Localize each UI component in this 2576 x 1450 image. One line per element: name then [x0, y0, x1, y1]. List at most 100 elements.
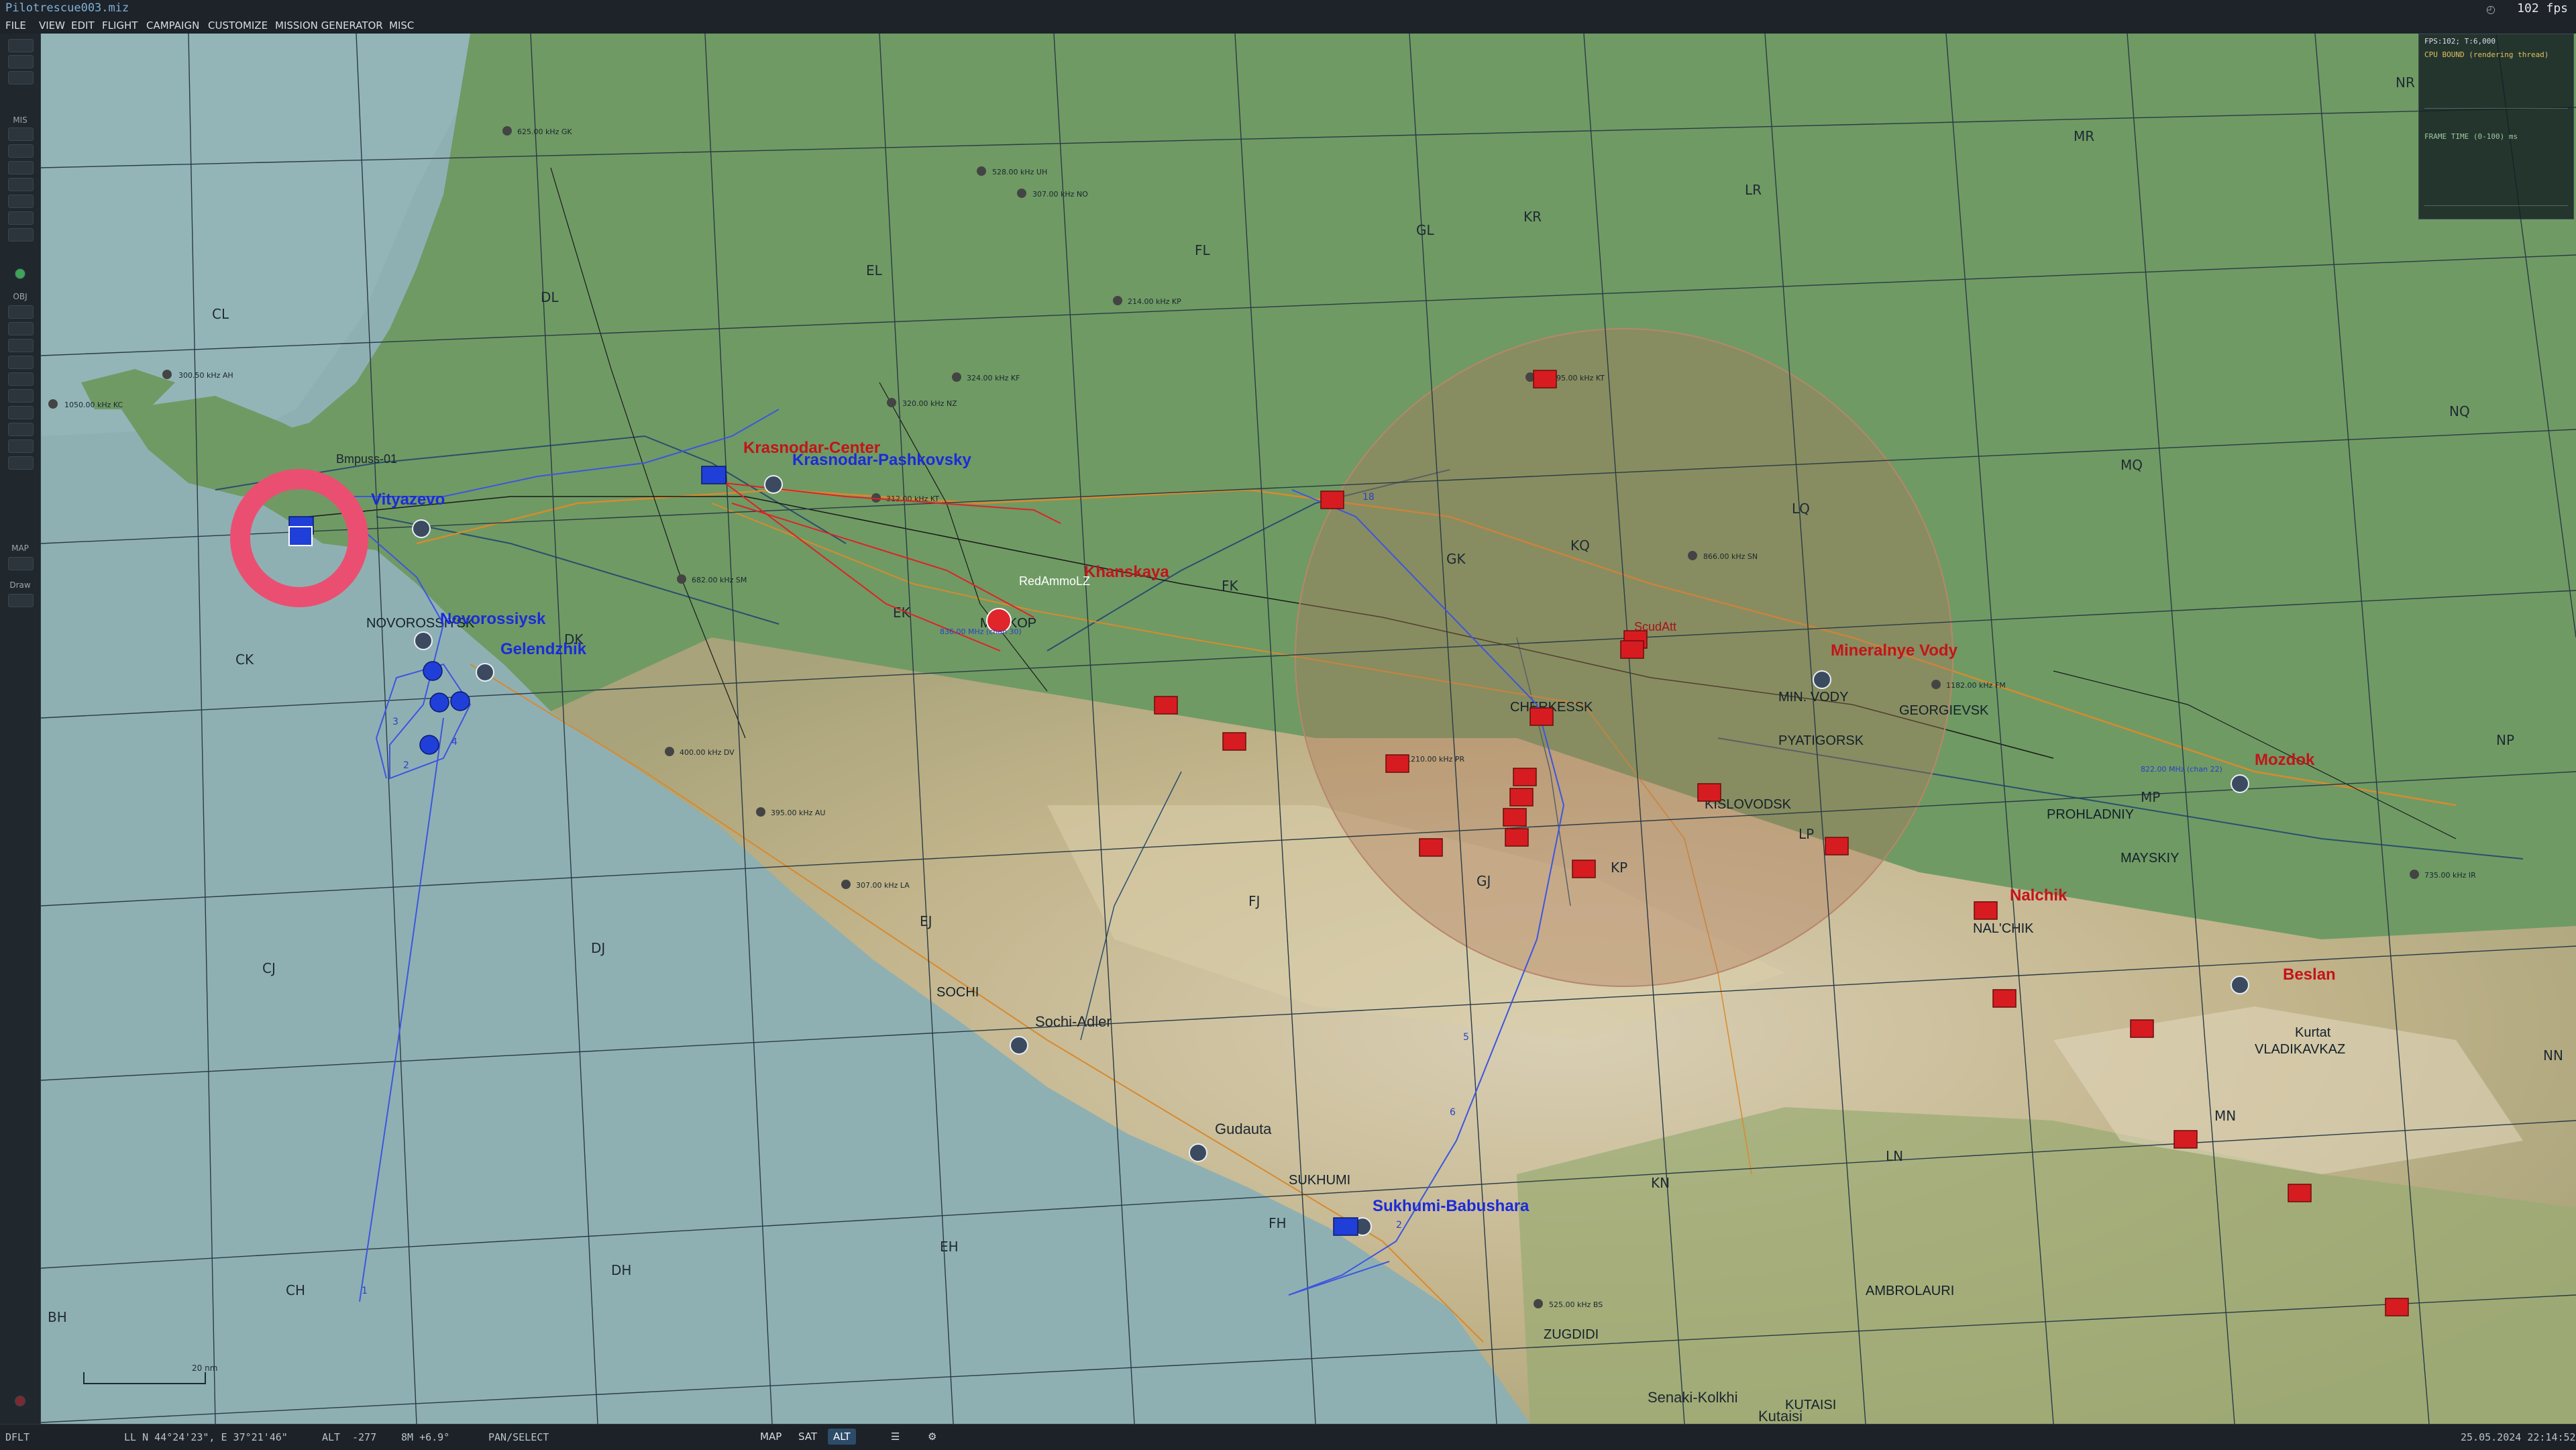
ndb-beacon-icon[interactable] — [502, 126, 512, 136]
unit-marker-label[interactable]: Bmpuss-01 — [336, 452, 397, 466]
add-static-button[interactable] — [8, 372, 34, 386]
airbase-label[interactable]: Gelendzhik — [500, 640, 587, 658]
red-unit[interactable] — [2385, 1298, 2409, 1316]
airbase-label[interactable]: Beslan — [2283, 966, 2336, 984]
airbase-label[interactable]: Mozdok — [2255, 751, 2315, 769]
airbase-label[interactable]: Senaki-Kolkhi — [1648, 1389, 1738, 1406]
red-unit[interactable] — [1620, 640, 1644, 659]
blue-unit[interactable] — [1333, 1217, 1358, 1236]
open-file-button[interactable] — [8, 39, 34, 52]
red-unit[interactable] — [2174, 1130, 2198, 1149]
red-unit[interactable] — [2130, 1019, 2154, 1038]
selected-unit[interactable] — [288, 526, 313, 546]
ndb-beacon-icon[interactable] — [887, 398, 896, 407]
altitude-view-button[interactable]: ALT — [828, 1429, 856, 1445]
add-zone-button[interactable] — [8, 406, 34, 419]
red-unit[interactable] — [1154, 696, 1178, 715]
airbase-icon[interactable] — [1010, 1036, 1028, 1055]
ndb-beacon-icon[interactable] — [162, 370, 172, 379]
unit-marker-label[interactable]: RedAmmoLZ — [1019, 574, 1090, 588]
ndb-beacon-icon[interactable] — [677, 574, 686, 584]
airbase-label[interactable]: Sukhumi-Babushara — [1373, 1197, 1529, 1215]
options-button[interactable] — [8, 211, 34, 225]
menu-customize[interactable]: CUSTOMIZE — [208, 19, 268, 32]
blue-unit[interactable] — [701, 466, 727, 484]
add-ship-button[interactable] — [8, 339, 34, 352]
mission-map[interactable]: CL DL EL FL GL KR LR MR NR NQ MQ LQ KQ G… — [41, 34, 2576, 1424]
red-unit[interactable] — [1505, 828, 1529, 847]
airbase-label[interactable]: Mineralnye Vody — [1831, 641, 1958, 660]
airbase-label[interactable]: Gudauta — [1215, 1121, 1272, 1137]
ndb-beacon-icon[interactable] — [756, 807, 765, 817]
menu-misc[interactable]: MISC — [389, 19, 414, 32]
mode-indicator[interactable]: DFLT — [5, 1431, 30, 1443]
red-unit[interactable] — [1385, 754, 1409, 773]
add-vehicle-button[interactable] — [8, 356, 34, 369]
unit-marker-label[interactable]: ScudAtt — [1634, 620, 1676, 633]
ndb-beacon-icon[interactable] — [48, 399, 58, 409]
save-as-button[interactable] — [8, 71, 34, 85]
ndb-beacon-icon[interactable] — [665, 747, 674, 756]
ndb-beacon-icon[interactable] — [1534, 1299, 1543, 1308]
measure-button[interactable] — [8, 439, 34, 453]
ndb-beacon-icon[interactable] — [1017, 189, 1026, 198]
map-view-button[interactable]: MAP — [755, 1429, 787, 1445]
add-plane-button[interactable] — [8, 305, 34, 319]
blue-ship-icon[interactable] — [423, 661, 443, 681]
menu-view[interactable]: VIEW — [39, 19, 65, 32]
airbase-label[interactable]: Novorossiysk — [440, 610, 546, 628]
goals-button[interactable] — [8, 144, 34, 158]
resources-button[interactable] — [8, 195, 34, 208]
add-route-button[interactable] — [8, 423, 34, 436]
menu-mission-generator[interactable]: MISSION GENERATOR — [275, 19, 383, 32]
airbase-icon[interactable] — [2231, 976, 2249, 994]
red-unit[interactable] — [1992, 989, 2017, 1008]
menu-edit[interactable]: EDIT — [71, 19, 95, 32]
delete-button[interactable] — [8, 456, 34, 470]
airbase-icon[interactable] — [412, 519, 431, 538]
triggers-button[interactable] — [8, 161, 34, 174]
red-unit[interactable] — [1572, 860, 1596, 878]
airbase-icon[interactable] — [414, 631, 433, 650]
add-template-button[interactable] — [8, 389, 34, 403]
menu-campaign[interactable]: CAMPAIGN — [146, 19, 199, 32]
menu-file[interactable]: FILE — [5, 19, 26, 32]
airbase-label[interactable]: Kutaisi — [1758, 1408, 1803, 1424]
ndb-beacon-icon[interactable] — [2410, 870, 2419, 879]
red-unit[interactable] — [1974, 901, 1998, 920]
nav-points-button[interactable] — [8, 228, 34, 242]
airbase-label[interactable]: Krasnodar-Center — [743, 439, 880, 457]
add-helicopter-button[interactable] — [8, 322, 34, 335]
ndb-beacon-icon[interactable] — [977, 166, 986, 176]
settings-icon[interactable]: ⚙ — [922, 1429, 942, 1445]
airbase-icon[interactable] — [1189, 1143, 1208, 1162]
red-unit[interactable] — [1513, 768, 1537, 786]
red-unit[interactable] — [1222, 732, 1246, 751]
airbase-icon[interactable] — [764, 475, 783, 494]
save-file-button[interactable] — [8, 55, 34, 68]
satellite-view-button[interactable]: SAT — [793, 1429, 822, 1445]
red-unit[interactable] — [1697, 783, 1721, 802]
record-icon[interactable] — [15, 1396, 25, 1406]
menu-flight[interactable]: FLIGHT — [102, 19, 138, 32]
red-unit[interactable] — [1503, 808, 1527, 827]
red-unit[interactable] — [1825, 837, 1849, 856]
weather-button[interactable] — [8, 127, 34, 141]
ndb-beacon-icon[interactable] — [952, 372, 961, 382]
airbase-label[interactable]: Nalchik — [2010, 886, 2068, 904]
red-unit[interactable] — [1419, 838, 1443, 857]
airbase-label[interactable]: Khanskaya — [1084, 563, 1169, 581]
red-unit[interactable] — [1320, 490, 1344, 509]
briefing-button[interactable] — [8, 178, 34, 191]
airbase-icon[interactable] — [1813, 670, 1831, 689]
blue-ship-icon[interactable] — [429, 692, 449, 713]
ndb-beacon-icon[interactable] — [1688, 551, 1697, 560]
airbase-icon[interactable] — [476, 663, 494, 682]
blue-ship-icon[interactable] — [450, 691, 470, 711]
red-unit[interactable] — [1509, 788, 1534, 807]
ndb-beacon-icon[interactable] — [1931, 680, 1941, 689]
map-options-button[interactable] — [8, 557, 34, 570]
ndb-beacon-icon[interactable] — [1113, 296, 1122, 305]
airbase-label[interactable]: Vityazevo — [371, 490, 445, 509]
airbase-label[interactable]: Sochi-Adler — [1035, 1013, 1112, 1030]
